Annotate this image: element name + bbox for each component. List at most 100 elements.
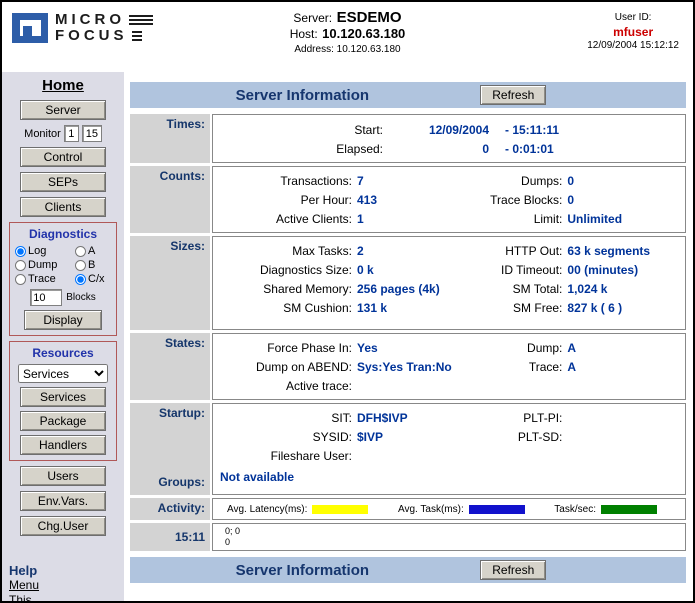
top-title-bar: Server Information Refresh: [130, 82, 686, 108]
counts-left-column: Transactions:7 Per Hour:413 Active Clien…: [219, 172, 467, 229]
radio-a[interactable]: A: [75, 245, 111, 257]
radio-label: C/x: [88, 273, 105, 285]
monitor-label: Monitor: [24, 128, 61, 140]
row-label-text: Startup:: [159, 406, 205, 420]
radio-dump[interactable]: Dump: [15, 259, 75, 271]
field-value: 63 k segments: [567, 242, 679, 261]
radio-b[interactable]: B: [75, 259, 111, 271]
chg-user-button[interactable]: Chg.User: [20, 516, 106, 536]
table-row-startup: Startup: Groups: SIT:DFH$IVP SYSID:$IVP …: [130, 403, 686, 495]
field-value: [567, 409, 679, 428]
monitor-box-2[interactable]: [82, 125, 102, 142]
help-heading: Help: [9, 563, 124, 578]
field-label: SIT:: [219, 409, 357, 428]
bottom-title-bar: Server Information Refresh: [130, 557, 686, 583]
field-label: Trace:: [467, 358, 567, 377]
radio-cx[interactable]: C/x: [75, 273, 111, 285]
elapsed-days: 0: [389, 140, 489, 159]
field-value: $IVP: [357, 428, 467, 447]
resources-dropdown[interactable]: Services: [18, 364, 108, 383]
sizes-left-column: Max Tasks:2 Diagnostics Size:0 k Shared …: [219, 242, 467, 318]
field-label: Force Phase In:: [219, 339, 357, 358]
field-value: Sys:Yes Tran:No: [357, 358, 467, 377]
field-label: Fileshare User:: [219, 447, 357, 466]
row-label-states: States:: [130, 333, 210, 400]
monitor-row: Monitor: [24, 125, 102, 142]
states-right-column: Dump:A Trace:A: [467, 339, 679, 396]
startup-right-column: PLT-PI: PLT-SD:: [467, 409, 679, 466]
row-label-startup: Startup: Groups:: [130, 403, 210, 495]
display-button[interactable]: Display: [24, 310, 102, 330]
radio-log[interactable]: Log: [15, 245, 75, 257]
resources-title: Resources: [32, 346, 93, 360]
address-label: Address:: [294, 44, 333, 55]
field-value: Unlimited: [567, 210, 679, 229]
field-label: PLT-SD:: [467, 428, 567, 447]
home-link[interactable]: Home: [42, 77, 84, 94]
task-ms-bar-icon: [469, 505, 525, 514]
this-link[interactable]: This: [9, 593, 124, 601]
field-value: 131 k: [357, 299, 467, 318]
sample-line-2: 0: [225, 537, 685, 548]
field-label: Transactions:: [219, 172, 357, 191]
table-row-activity: Activity: Avg. Latency(ms): Avg. Task(ms…: [130, 498, 686, 520]
startup-columns: SIT:DFH$IVP SYSID:$IVP Fileshare User: P…: [219, 407, 679, 466]
monitor-box-1[interactable]: [64, 125, 79, 142]
task-sec-legend: Task/sec:: [554, 504, 657, 515]
users-button[interactable]: Users: [20, 466, 106, 486]
field-value: [567, 428, 679, 447]
server-info-table: Times: Start: 12/09/2004 - 15:11:11 Elap…: [130, 114, 686, 551]
table-row-states: States: Force Phase In:Yes Dump on ABEND…: [130, 333, 686, 400]
refresh-button-top[interactable]: Refresh: [480, 85, 546, 105]
field-label: Limit:: [467, 210, 567, 229]
menu-link[interactable]: Menu: [9, 578, 124, 593]
field-label: ID Timeout:: [467, 261, 567, 280]
field-value: 7: [357, 172, 467, 191]
row-content-startup: SIT:DFH$IVP SYSID:$IVP Fileshare User: P…: [212, 403, 686, 495]
package-button[interactable]: Package: [20, 411, 106, 431]
control-button[interactable]: Control: [20, 147, 106, 167]
field-value: A: [567, 339, 679, 358]
table-row-counts: Counts: Transactions:7 Per Hour:413 Acti…: [130, 166, 686, 233]
env-vars-button[interactable]: Env.Vars.: [20, 491, 106, 511]
field-value: 00 (minutes): [567, 261, 679, 280]
b-radio[interactable]: [75, 260, 86, 271]
resources-panel: Resources Services Services Package Hand…: [9, 341, 117, 461]
field-value: A: [567, 358, 679, 377]
help-block: Help Menu This: [2, 563, 124, 601]
row-content-times: Start: 12/09/2004 - 15:11:11 Elapsed: 0 …: [212, 114, 686, 163]
field-label: Trace Blocks:: [467, 191, 567, 210]
field-label: Dump:: [467, 339, 567, 358]
groups-label: Groups:: [158, 475, 205, 489]
row-content-counts: Transactions:7 Per Hour:413 Active Clien…: [212, 166, 686, 233]
log-radio[interactable]: [15, 246, 26, 257]
server-button[interactable]: Server: [20, 100, 106, 120]
startup-left-column: SIT:DFH$IVP SYSID:$IVP Fileshare User:: [219, 409, 467, 466]
task-ms-legend: Avg. Task(ms):: [398, 504, 525, 515]
page: MICRO FOCUS Server: ESDEMO Host: 10.120.…: [0, 0, 695, 603]
row-content-states: Force Phase In:Yes Dump on ABEND:Sys:Yes…: [212, 333, 686, 400]
page-title-bottom: Server Information: [130, 557, 475, 583]
cx-radio[interactable]: [75, 274, 86, 285]
seps-button[interactable]: SEPs: [20, 172, 106, 192]
user-id-label: User ID:: [587, 11, 679, 25]
clients-button[interactable]: Clients: [20, 197, 106, 217]
trace-radio[interactable]: [15, 274, 26, 285]
header: MICRO FOCUS Server: ESDEMO Host: 10.120.…: [2, 2, 693, 72]
radio-trace[interactable]: Trace: [15, 273, 75, 285]
field-label: Dump on ABEND:: [219, 358, 357, 377]
row-label-times: Times:: [130, 114, 210, 163]
dump-radio[interactable]: [15, 260, 26, 271]
a-radio[interactable]: [75, 246, 86, 257]
refresh-button-bottom[interactable]: Refresh: [480, 560, 546, 580]
row-label-text: Activity:: [158, 501, 205, 515]
address-value: 10.120.63.180: [337, 44, 401, 55]
blocks-input[interactable]: [30, 289, 62, 306]
field-label: SM Total:: [467, 280, 567, 299]
host-value: 10.120.63.180: [322, 26, 405, 41]
field-value: [357, 447, 467, 466]
counts-right-column: Dumps:0 Trace Blocks:0 Limit:Unlimited: [467, 172, 679, 229]
handlers-button[interactable]: Handlers: [20, 435, 106, 455]
row-label-sizes: Sizes:: [130, 236, 210, 330]
services-button[interactable]: Services: [20, 387, 106, 407]
